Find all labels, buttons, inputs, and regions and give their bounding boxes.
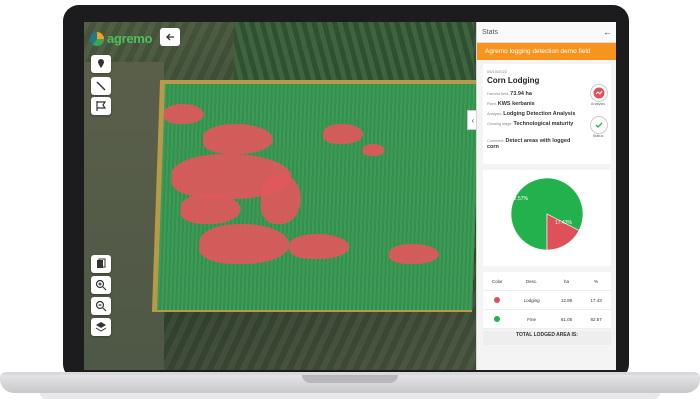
arrow-left-icon xyxy=(166,33,174,41)
total-lodged-area: TOTAL LODGED AREA IS: xyxy=(483,331,611,345)
field-value: KWS kerbanis xyxy=(497,101,535,107)
fine-pct-label: 82.57% xyxy=(511,196,528,202)
lodging-color-dot xyxy=(494,296,501,303)
pie-chart-svg xyxy=(510,177,584,251)
field-value: 73.94 ha xyxy=(510,91,532,97)
panel-title: Stats xyxy=(482,28,498,36)
lodged-area xyxy=(388,244,440,264)
stats-panel: Stats ← Agremo logging detection demo fi… xyxy=(476,22,616,370)
zoom-out-button[interactable] xyxy=(91,297,111,315)
analysis-card: 05/10/2022 Corn Lodging Harvest field:73… xyxy=(483,64,611,164)
lodged-area xyxy=(288,234,350,259)
field-key: Harvest field: xyxy=(487,92,510,96)
table-row[interactable]: Lodging 12.89 17.43 xyxy=(483,290,611,310)
ha-cell: 61.05 xyxy=(551,309,582,329)
desc-cell: Fine xyxy=(511,309,552,329)
zoom-in-button[interactable] xyxy=(91,276,111,294)
polygon-tool-button[interactable] xyxy=(91,97,111,115)
status-icon[interactable] xyxy=(590,116,608,134)
agremo-logo[interactable]: agremo xyxy=(90,31,152,46)
analysis-label: Analysis xyxy=(590,102,606,106)
satellite-map[interactable]: agremo xyxy=(84,22,481,370)
plant-row: Plant:KWS kerbanis xyxy=(487,101,583,107)
field-value: Technological maturity xyxy=(513,121,574,127)
color-cell xyxy=(483,309,512,329)
column-header: Desc. xyxy=(511,272,552,291)
laptop-notch xyxy=(302,375,398,383)
lodged-area xyxy=(322,124,364,144)
field-banner[interactable]: Agremo logging detection demo field xyxy=(477,43,616,60)
panel-header: Stats ← xyxy=(477,22,616,43)
layers-icon xyxy=(95,322,107,332)
table-header-row: Color Desc. ha % xyxy=(483,272,611,291)
lodging-pct-label: 17.43% xyxy=(555,220,572,226)
lodged-area xyxy=(163,104,205,124)
analysis-badge-icon xyxy=(593,87,605,99)
pie-chart: 82.57% 17.43% xyxy=(483,170,611,266)
check-icon xyxy=(595,122,603,128)
lodged-area xyxy=(260,174,302,224)
field-key: Analysis: xyxy=(487,112,503,116)
documents-button[interactable] xyxy=(91,255,111,273)
documents-icon xyxy=(97,258,106,268)
analysis-date: 05/10/2022 xyxy=(487,69,508,74)
zoom-in-icon xyxy=(95,279,107,291)
flag-icon xyxy=(96,101,107,111)
field-value: Lodging Detection Analysis xyxy=(503,111,576,117)
analysis-title: Corn Lodging xyxy=(487,76,540,85)
laptop-shadow xyxy=(40,393,660,399)
status-label: Status xyxy=(592,134,604,138)
table-row[interactable]: Fine 61.05 82.57 xyxy=(483,309,611,329)
app-screen: agremo ‹ Stats ← Agremo logging detectio… xyxy=(84,22,616,370)
logo-text: agremo xyxy=(107,31,153,46)
lodged-area xyxy=(202,124,274,154)
ha-cell: 12.89 xyxy=(551,290,582,310)
analysis-icon[interactable] xyxy=(590,84,608,102)
lodged-area xyxy=(362,144,385,156)
panel-back-arrow-icon[interactable]: ← xyxy=(603,27,612,37)
analysis-row: Analysis:Lodging Detection Analysis xyxy=(487,111,583,117)
lodging-overlay xyxy=(157,84,480,310)
column-header: % xyxy=(581,272,611,291)
field-key: Comment: xyxy=(487,139,505,143)
desc-cell: Lodging xyxy=(511,290,552,310)
pct-cell: 82.57 xyxy=(581,309,611,329)
column-header: Color xyxy=(483,272,512,291)
growing-stage-row: Growing stage:Technological maturity xyxy=(487,121,583,127)
field-key: Growing stage: xyxy=(487,122,513,126)
comment-row: Comment:Detect areas with logged corn xyxy=(487,138,583,150)
field-key: Plant: xyxy=(487,102,497,106)
back-button[interactable] xyxy=(160,28,180,46)
stats-table: Color Desc. ha % Lodging 12.89 17.43 Fin… xyxy=(483,272,611,329)
harvest-field-row: Harvest field:73.94 ha xyxy=(487,91,583,97)
layers-button[interactable] xyxy=(91,318,111,336)
lodged-area xyxy=(198,224,291,264)
zoom-out-icon xyxy=(95,300,107,312)
pct-cell: 17.43 xyxy=(581,290,611,310)
line-tool-button[interactable] xyxy=(91,77,111,95)
pin-icon xyxy=(98,59,104,68)
fine-color-dot xyxy=(494,315,501,322)
column-header: ha xyxy=(551,272,582,291)
marker-tool-button[interactable] xyxy=(91,55,111,73)
crop-strips xyxy=(234,22,474,82)
line-icon xyxy=(96,81,106,91)
logo-mark-icon xyxy=(90,31,104,46)
color-cell xyxy=(483,290,512,310)
lodged-area xyxy=(180,194,242,224)
